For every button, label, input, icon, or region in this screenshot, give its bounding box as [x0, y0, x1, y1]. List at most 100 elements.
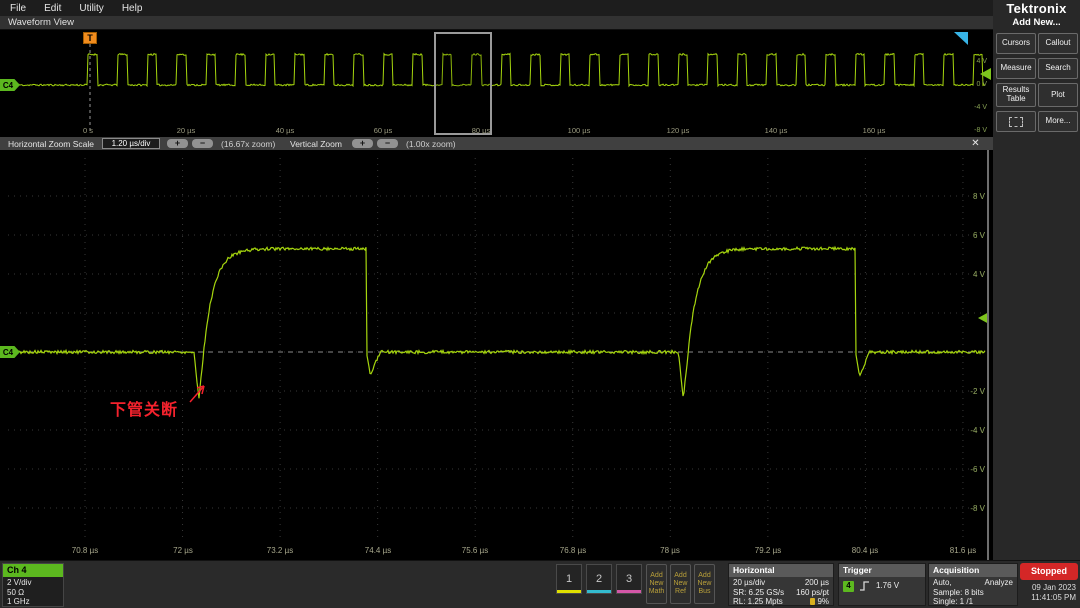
tektronix-logo: Tektronix [993, 0, 1080, 16]
plot-button[interactable]: Plot [1038, 83, 1078, 107]
main-grid [8, 158, 985, 542]
close-zoom-icon[interactable]: ✕ [969, 137, 982, 150]
hzoom-factor-label: (16.67x zoom) [221, 139, 275, 149]
datetime: 09 Jan 2023 11:41:05 PM [1031, 583, 1076, 603]
zoom-handle-icon[interactable] [954, 32, 968, 45]
channel1-button[interactable]: 1 [556, 564, 582, 594]
add-math-line: Add [650, 572, 662, 580]
draw-a-box-button[interactable] [996, 111, 1036, 132]
menu-edit[interactable]: Edit [44, 3, 61, 14]
search-button[interactable]: Search [1038, 58, 1078, 79]
acquisition-sample: Sample: 8 bits [933, 588, 984, 598]
overview-volt-label: 4 V [976, 58, 987, 65]
time-label: 74.4 µs [365, 546, 391, 555]
overview-time-label: 140 µs [765, 126, 788, 135]
volt-label: 8 V [973, 192, 985, 201]
callout-annotation[interactable]: 下管关断 [110, 396, 178, 420]
menu-help[interactable]: Help [122, 3, 143, 14]
channel3-color-bar [617, 590, 641, 593]
overview-volt-label: -4 V [974, 104, 987, 111]
trigger-level-value: 1.76 V [876, 581, 899, 591]
add-bus-line: Bus [698, 588, 710, 596]
channel4-scale: 2 V/div [7, 578, 59, 588]
add-ref-line: New [673, 580, 687, 588]
add-new-math-button[interactable]: Add New Math [646, 564, 667, 604]
menu-file[interactable]: File [10, 3, 26, 14]
add-math-line: New [649, 580, 663, 588]
time-label: 80.4 µs [852, 546, 878, 555]
time-label: 78 µs [660, 546, 680, 555]
add-bus-line: Add [698, 572, 710, 580]
horizontal-position: 9% [817, 597, 829, 606]
vzoom-increase-button[interactable]: + [352, 139, 373, 148]
channel1-label: 1 [566, 573, 572, 585]
record-length: RL: 1.25 Mpts [733, 597, 783, 607]
add-new-bus-button[interactable]: Add New Bus [694, 564, 715, 604]
add-ref-line: Add [674, 572, 686, 580]
add-new-label: Add New... [993, 17, 1080, 28]
time-label: 76.8 µs [560, 546, 586, 555]
status-bar: Ch 4 2 V/div 50 Ω 1 GHz 1 2 3 Add New Ma… [0, 560, 1080, 608]
acquisition-single: Single: 1 /1 [933, 597, 973, 607]
add-bus-line: New [697, 580, 711, 588]
horizontal-window: 200 µs [805, 578, 829, 588]
callout-button[interactable]: Callout [1038, 33, 1078, 54]
channel2-color-bar [587, 590, 611, 593]
volt-label: 6 V [973, 231, 985, 240]
channel3-button[interactable]: 3 [616, 564, 642, 594]
acquisition-panel[interactable]: Acquisition Auto, Analyze Sample: 8 bits… [928, 563, 1018, 606]
cursors-button[interactable]: Cursors [996, 33, 1036, 54]
volt-label: -2 V [970, 387, 985, 396]
waveform-view-tab[interactable]: Waveform View [0, 16, 993, 30]
channel4-bandwidth: 1 GHz [7, 597, 59, 607]
time-label: 75.6 µs [462, 546, 488, 555]
main-plot [0, 150, 993, 560]
add-new-ref-button[interactable]: Add New Ref [670, 564, 691, 604]
rising-edge-icon [859, 580, 871, 592]
waveform-overview: T C4 4 V 0 V -4 V -8 V 0 s 20 µs 40 µs 6… [0, 30, 993, 137]
hzoom-increase-button[interactable]: + [167, 139, 188, 148]
more-button[interactable]: More... [1038, 111, 1078, 132]
draw-a-box-icon [1009, 117, 1023, 127]
menu-utility[interactable]: Utility [79, 3, 103, 14]
results-table-button[interactable]: Results Table [996, 83, 1036, 107]
hzoom-decrease-button[interactable]: − [192, 139, 213, 148]
zoom-window-box[interactable] [434, 32, 492, 135]
overview-trigger-level-marker[interactable] [980, 68, 991, 80]
sample-resolution: 160 ps/pt [796, 588, 829, 598]
horizontal-zoom-scale-label: Horizontal Zoom Scale [8, 139, 94, 149]
volt-label: -4 V [970, 426, 985, 435]
stopped-button[interactable]: Stopped [1020, 563, 1078, 580]
acquisition-mode: Auto, [933, 578, 952, 588]
overview-time-label: 160 µs [863, 126, 886, 135]
channel4-badge[interactable]: Ch 4 2 V/div 50 Ω 1 GHz [2, 563, 64, 607]
overview-time-label: 100 µs [568, 126, 591, 135]
overview-time-label: 120 µs [667, 126, 690, 135]
record-position-icon [810, 598, 815, 605]
volt-label: 4 V [973, 270, 985, 279]
horizontal-zoom-scale-value[interactable]: 1.20 µs/div [102, 138, 160, 149]
time-label: 79.2 µs [755, 546, 781, 555]
time-label: 81.6 µs [950, 546, 976, 555]
horizontal-scale: 20 µs/div [733, 578, 765, 588]
channel2-button[interactable]: 2 [586, 564, 612, 594]
channel4-impedance: 50 Ω [7, 588, 59, 598]
volt-label: -6 V [970, 465, 985, 474]
overview-time-label: 60 µs [374, 126, 393, 135]
measure-button[interactable]: Measure [996, 58, 1036, 79]
trigger-position-marker[interactable]: T [83, 32, 97, 44]
channel1-color-bar [557, 590, 581, 593]
overview-trace [8, 54, 985, 86]
trigger-panel[interactable]: Trigger 4 1.76 V [838, 563, 926, 606]
vzoom-decrease-button[interactable]: − [377, 139, 398, 148]
horizontal-panel[interactable]: Horizontal 20 µs/div 200 µs SR: 6.25 GS/… [728, 563, 834, 606]
zoom-toolbar: Horizontal Zoom Scale 1.20 µs/div + − (1… [0, 137, 993, 150]
overview-volt-label: -8 V [974, 127, 987, 134]
volt-label: -8 V [970, 504, 985, 513]
view-splitter[interactable] [987, 150, 989, 560]
trigger-source-badge: 4 [843, 581, 854, 592]
add-math-line: Math [649, 588, 665, 596]
right-sidebar: Add New... Cursors Callout Measure Searc… [993, 16, 1080, 560]
vzoom-factor-label: (1.00x zoom) [406, 139, 456, 149]
add-ref-line: Ref [675, 588, 686, 596]
